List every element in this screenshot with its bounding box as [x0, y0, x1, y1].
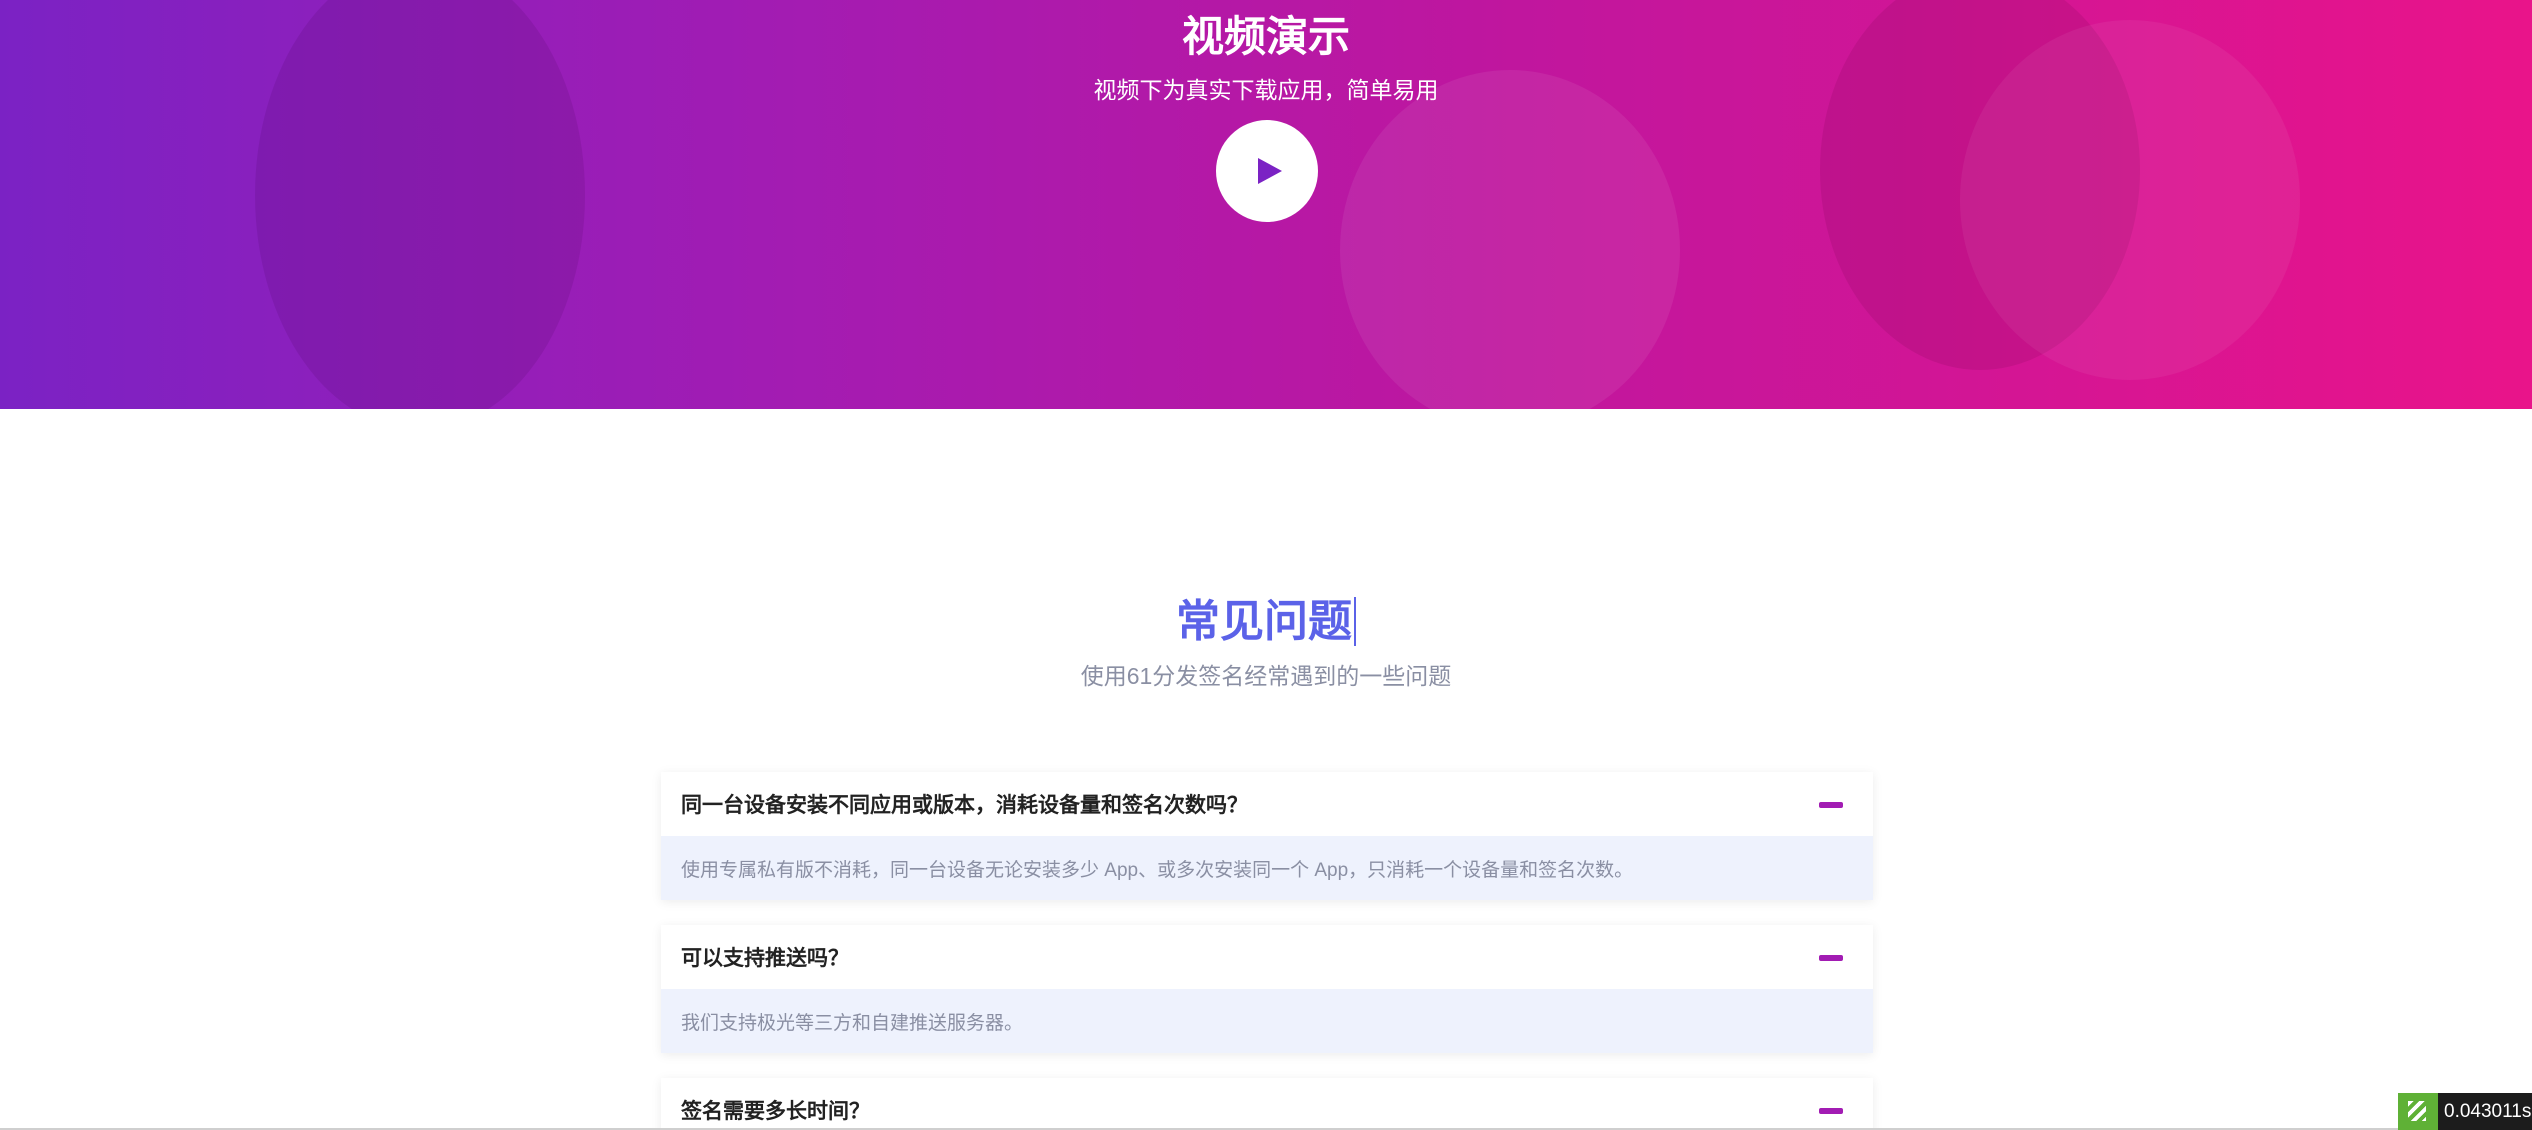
faq-question-header[interactable]: 同一台设备安装不同应用或版本，消耗设备量和签名次数吗？: [661, 772, 1873, 836]
play-icon: [1258, 158, 1282, 184]
performance-badge[interactable]: 0.043011s: [2398, 1093, 2532, 1130]
minus-icon[interactable]: [1819, 1108, 1843, 1114]
performance-logo-icon: [2398, 1093, 2438, 1130]
faq-question-text: 同一台设备安装不同应用或版本，消耗设备量和签名次数吗？: [681, 794, 1248, 817]
video-section-subtitle: 视频下为真实下载应用，简单易用: [1093, 77, 1439, 103]
faq-item: 同一台设备安装不同应用或版本，消耗设备量和签名次数吗？ 使用专属私有版不消耗，同…: [661, 772, 1873, 900]
faq-subtitle: 使用61分发签名经常遇到的一些问题: [1080, 663, 1452, 689]
play-video-button[interactable]: [1216, 120, 1318, 222]
video-section-title: 视频演示: [1181, 13, 1350, 60]
performance-value: 0.043011s: [2444, 1100, 2532, 1122]
faq-answer-text: 使用专属私有版不消耗，同一台设备无论安装多少 App、或多次安装同一个 App，…: [681, 859, 1634, 881]
minus-icon[interactable]: [1819, 955, 1843, 961]
faq-question-header[interactable]: 签名需要多长时间？: [661, 1078, 1873, 1130]
faq-question-header[interactable]: 可以支持推送吗？: [661, 925, 1873, 989]
faq-title: 常见问题: [0, 592, 2532, 652]
background-person-silhouette: [1340, 70, 1680, 409]
faq-answer: 我们支持极光等三方和自建推送服务器。: [661, 989, 1873, 1053]
faq-list: 同一台设备安装不同应用或版本，消耗设备量和签名次数吗？ 使用专属私有版不消耗，同…: [661, 772, 1873, 1130]
faq-answer-text: 我们支持极光等三方和自建推送服务器。: [681, 1012, 1024, 1034]
video-demo-section: 视频演示 视频下为真实下载应用，简单易用: [0, 0, 2532, 409]
minus-icon[interactable]: [1819, 802, 1843, 808]
faq-item: 签名需要多长时间？: [661, 1078, 1873, 1130]
faq-question-text: 可以支持推送吗？: [681, 947, 849, 970]
faq-item: 可以支持推送吗？ 我们支持极光等三方和自建推送服务器。: [661, 925, 1873, 1053]
faq-answer: 使用专属私有版不消耗，同一台设备无论安装多少 App、或多次安装同一个 App，…: [661, 836, 1873, 900]
faq-question-text: 签名需要多长时间？: [681, 1100, 870, 1123]
